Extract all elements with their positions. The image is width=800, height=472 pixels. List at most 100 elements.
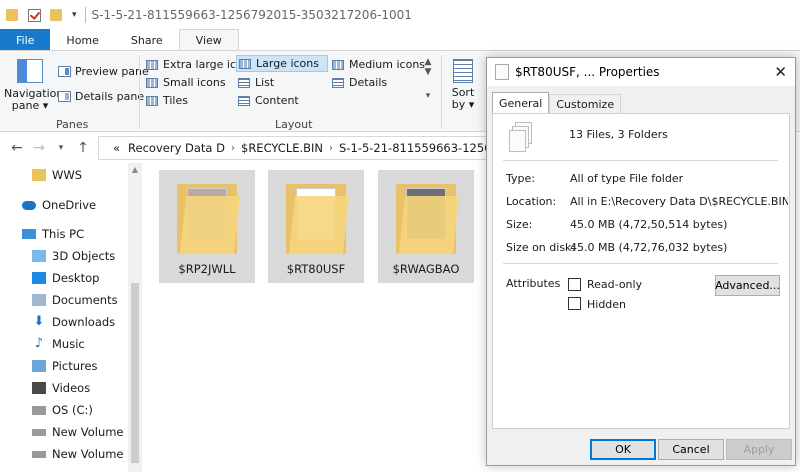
videos-icon <box>32 382 46 394</box>
preview-pane-button[interactable]: Preview pane <box>58 65 149 78</box>
breadcrumb-item[interactable]: Recovery Data D <box>128 141 225 155</box>
folder-icon[interactable] <box>6 7 22 23</box>
tiles-icon <box>146 95 158 106</box>
layout-details[interactable]: Details <box>330 74 390 91</box>
preview-pane-label: Preview pane <box>75 65 149 78</box>
nav-item-label: OS (C:) <box>52 403 93 417</box>
extra-large-icons-icon <box>146 59 158 70</box>
details-pane-button[interactable]: Details pane <box>58 90 144 103</box>
nav-item-label: Videos <box>52 381 91 395</box>
attributes-label: Attributes <box>506 277 561 290</box>
properties-check-icon[interactable] <box>28 7 44 23</box>
tab-general[interactable]: General <box>492 92 550 113</box>
drive-icon <box>32 450 46 458</box>
folder-icon <box>177 184 241 254</box>
navigation-pane-button[interactable]: Navigation pane ▾ <box>4 55 63 112</box>
layout-large-icons[interactable]: Large icons <box>236 55 328 72</box>
recent-locations-icon[interactable]: ▾ <box>50 143 72 153</box>
cloud-icon <box>22 200 36 210</box>
read-only-label[interactable]: Read-only <box>587 278 642 291</box>
chevron-right-icon[interactable]: › <box>231 143 235 154</box>
divider <box>503 160 778 161</box>
folder-icon[interactable] <box>50 7 66 23</box>
address-bar[interactable]: « Recovery Data D › $RECYCLE.BIN › S-1-5… <box>98 136 488 160</box>
layout-small-icons[interactable]: Small icons <box>144 74 229 91</box>
forward-arrow-icon[interactable]: → <box>28 140 50 156</box>
dialog-tabs: General Customize <box>492 92 622 113</box>
scroll-up-icon[interactable]: ▲ <box>421 57 435 67</box>
tab-customize[interactable]: Customize <box>549 94 622 113</box>
apply-button[interactable]: Apply <box>726 439 792 460</box>
nav-item-label: Pictures <box>52 359 98 373</box>
layout-medium-icons[interactable]: Medium icons <box>330 56 428 73</box>
advanced-button[interactable]: Advanced... <box>715 275 780 296</box>
medium-icons-icon <box>332 59 344 70</box>
chevron-right-icon[interactable]: › <box>329 143 333 154</box>
scroll-down-icon[interactable]: ▼ <box>421 67 435 77</box>
tab-view[interactable]: View <box>178 29 239 51</box>
desktop-icon <box>32 272 46 284</box>
back-arrow-icon[interactable]: ← <box>6 140 28 156</box>
location-value: All in E:\Recovery Data D\$RECYCLE.BIN\S… <box>570 195 788 208</box>
breadcrumb-item[interactable]: S-1-5-21-811559663-1256792015- <box>339 141 487 155</box>
preview-pane-icon <box>58 66 71 77</box>
panes-group-label: Panes <box>56 118 89 131</box>
type-label: Type: <box>506 172 535 185</box>
nav-item-label: 3D Objects <box>52 249 116 263</box>
size-on-disk-value: 45.0 MB (4,72,76,032 bytes) <box>570 241 728 254</box>
folder-tile[interactable]: $RT80USF <box>268 170 364 283</box>
layout-label: Large icons <box>256 57 319 70</box>
folder-icon <box>32 169 46 181</box>
layout-scroll-control[interactable]: ▲ ▼ <box>421 57 435 77</box>
scrollbar-thumb[interactable] <box>131 283 139 463</box>
close-icon[interactable]: ✕ <box>774 63 787 81</box>
content-icon <box>238 95 250 106</box>
download-icon: ⬇ <box>33 314 45 329</box>
details-pane-icon <box>58 91 71 102</box>
item-count: 13 Files, 3 Folders <box>569 128 668 141</box>
nav-item-label: This PC <box>42 227 85 241</box>
layout-group-label: Layout <box>275 118 313 131</box>
tab-share[interactable]: Share <box>115 29 179 51</box>
tab-home[interactable]: Home <box>50 29 114 51</box>
crumb-overflow[interactable]: « <box>113 141 120 155</box>
layout-label: Tiles <box>163 94 188 107</box>
hidden-checkbox[interactable] <box>568 297 581 310</box>
layout-label: Content <box>255 94 299 107</box>
folder-name: $RP2JWLL <box>178 262 236 276</box>
size-value: 45.0 MB (4,72,50,514 bytes) <box>570 218 728 231</box>
folder-name: $RWAGBAO <box>392 262 460 276</box>
up-arrow-icon[interactable]: ↑ <box>72 140 94 156</box>
properties-dialog: $RT80USF, ... Properties ✕ General Custo… <box>486 57 796 466</box>
dialog-title-bar[interactable]: $RT80USF, ... Properties ✕ <box>487 58 795 86</box>
dialog-title: $RT80USF, ... Properties <box>515 65 660 79</box>
customize-toolbar-arrow-icon[interactable]: ▾ <box>72 10 77 20</box>
nav-scrollbar[interactable]: ▲ <box>128 163 142 472</box>
hidden-label[interactable]: Hidden <box>587 298 626 311</box>
size-label: Size: <box>506 218 533 231</box>
large-icons-icon <box>239 58 251 69</box>
layout-tiles[interactable]: Tiles <box>144 92 191 109</box>
cancel-button[interactable]: Cancel <box>658 439 724 460</box>
ok-button[interactable]: OK <box>590 439 656 460</box>
folder-tile[interactable]: $RP2JWLL <box>159 170 255 283</box>
documents-icon <box>32 294 46 306</box>
tab-file[interactable]: File <box>0 29 51 51</box>
folder-icon <box>286 184 350 254</box>
breadcrumb-item[interactable]: $RECYCLE.BIN <box>241 141 323 155</box>
group-separator <box>139 55 140 129</box>
folder-tile[interactable]: $RWAGBAO <box>378 170 474 283</box>
file-explorer-window: ▾ S-1-5-21-811559663-1256792015-35032172… <box>0 0 800 472</box>
general-panel: 13 Files, 3 Folders Type: All of type Fi… <box>492 113 790 429</box>
layout-list[interactable]: List <box>236 74 277 91</box>
read-only-checkbox[interactable] <box>568 278 581 291</box>
navigation-pane-icon <box>17 59 43 83</box>
layout-label: Medium icons <box>349 58 426 71</box>
layout-expand-icon[interactable]: ▾ <box>421 91 435 111</box>
size-on-disk-label: Size on disk: <box>506 241 576 254</box>
scroll-up-icon[interactable]: ▲ <box>128 165 142 174</box>
sort-by-button[interactable]: Sort by ▾ <box>448 55 478 111</box>
ribbon-tabs: File Home Share View <box>0 29 800 51</box>
layout-content[interactable]: Content <box>236 92 302 109</box>
sort-by-label: Sort by ▾ <box>451 86 475 111</box>
